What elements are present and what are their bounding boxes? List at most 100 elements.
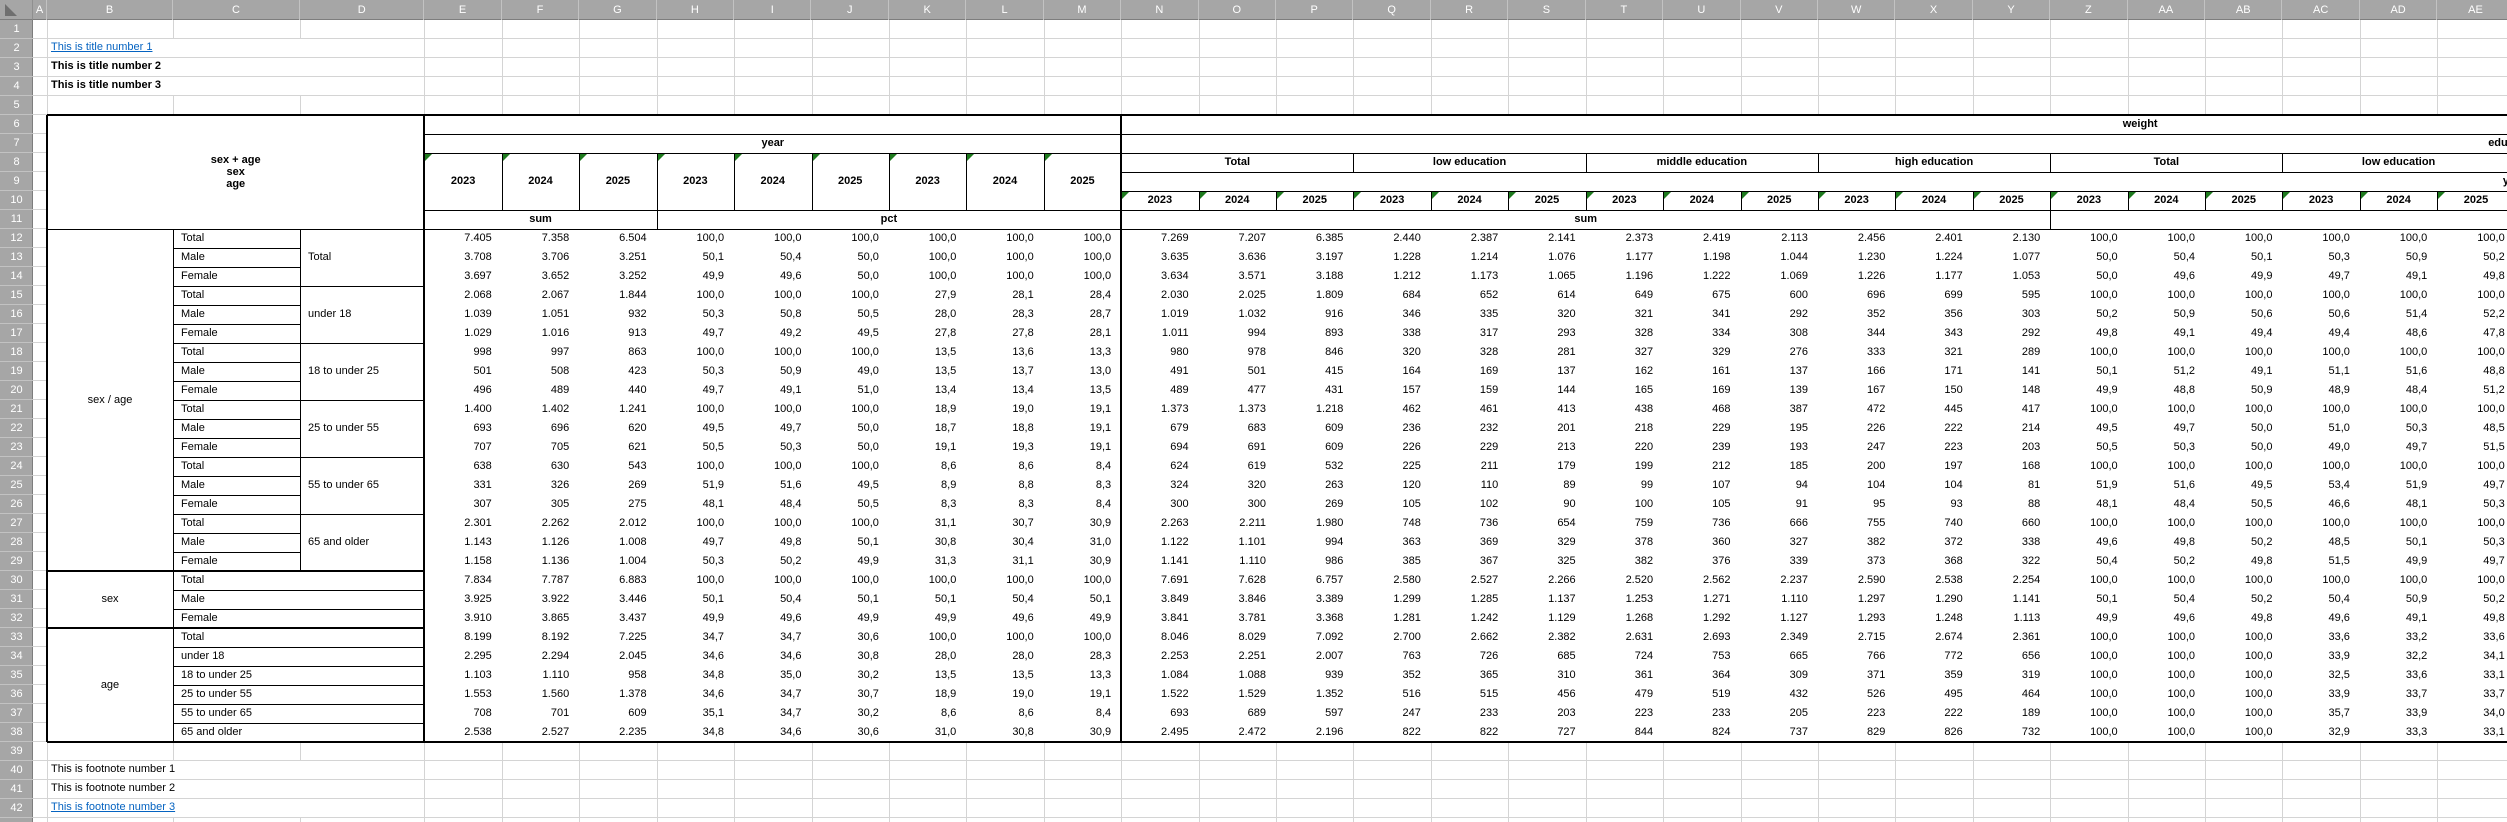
data-cell[interactable]: 1.008 xyxy=(579,533,656,552)
data-cell[interactable]: 50,1 xyxy=(1044,590,1121,609)
data-cell[interactable]: 226 xyxy=(1353,438,1430,457)
year-cell[interactable]: 2023 xyxy=(424,153,501,210)
data-cell[interactable]: 1.224 xyxy=(1895,248,1972,267)
data-cell[interactable]: 50,9 xyxy=(2360,248,2437,267)
year-cell[interactable]: 2025 xyxy=(2437,191,2507,210)
section-label-sex[interactable]: sex xyxy=(47,571,173,628)
data-cell[interactable]: 328 xyxy=(1431,343,1508,362)
data-cell[interactable]: 3.841 xyxy=(1121,609,1198,628)
data-cell[interactable]: 100,0 xyxy=(966,267,1043,286)
data-cell[interactable]: 28,0 xyxy=(889,647,966,666)
group-header[interactable]: high education xyxy=(1818,153,2050,172)
row-header-7[interactable]: 7 xyxy=(0,134,33,153)
data-cell[interactable]: 49,9 xyxy=(2360,552,2437,571)
data-cell[interactable]: 49,5 xyxy=(812,324,889,343)
data-cell[interactable]: 100,0 xyxy=(657,343,734,362)
data-cell[interactable]: 100,0 xyxy=(812,400,889,419)
data-cell[interactable]: 1.285 xyxy=(1431,590,1508,609)
data-cell[interactable]: 100,0 xyxy=(2050,457,2127,476)
data-cell[interactable]: 50,8 xyxy=(734,305,811,324)
data-cell[interactable]: 2.538 xyxy=(1895,571,1972,590)
data-cell[interactable]: 49,1 xyxy=(2360,609,2437,628)
row-label-cell[interactable]: 55 to under 65 xyxy=(173,704,424,723)
data-cell[interactable]: 343 xyxy=(1895,324,1972,343)
data-cell[interactable]: 326 xyxy=(502,476,579,495)
data-cell[interactable]: 2.012 xyxy=(579,514,656,533)
data-cell[interactable]: 1.248 xyxy=(1895,609,1972,628)
data-cell[interactable]: 50,3 xyxy=(657,552,734,571)
year-cell[interactable]: 2024 xyxy=(502,153,579,210)
data-cell[interactable]: 732 xyxy=(1973,723,2050,742)
row-label-cell[interactable]: Total xyxy=(173,457,300,476)
row-header-38[interactable]: 38 xyxy=(0,723,33,742)
data-cell[interactable]: 766 xyxy=(1818,647,1895,666)
data-cell[interactable]: 223 xyxy=(1895,438,1972,457)
data-cell[interactable]: 34,6 xyxy=(734,723,811,742)
data-cell[interactable]: 479 xyxy=(1586,685,1663,704)
data-cell[interactable]: 1.143 xyxy=(424,533,501,552)
row-label-cell[interactable]: Total xyxy=(173,343,300,362)
row-header-29[interactable]: 29 xyxy=(0,552,33,571)
data-cell[interactable]: 49,8 xyxy=(2205,552,2282,571)
data-cell[interactable]: 630 xyxy=(502,457,579,476)
data-cell[interactable]: 50,0 xyxy=(2205,419,2282,438)
data-cell[interactable]: 2.113 xyxy=(1741,229,1818,248)
measure-sum[interactable]: sum xyxy=(424,210,656,229)
data-cell[interactable]: 321 xyxy=(1895,343,1972,362)
data-cell[interactable]: 34,6 xyxy=(657,647,734,666)
data-cell[interactable]: 200 xyxy=(1818,457,1895,476)
data-cell[interactable]: 1.292 xyxy=(1663,609,1740,628)
data-cell[interactable]: 19,1 xyxy=(1044,438,1121,457)
data-cell[interactable]: 50,4 xyxy=(2128,590,2205,609)
data-cell[interactable]: 212 xyxy=(1663,457,1740,476)
row-header-22[interactable]: 22 xyxy=(0,419,33,438)
row-header-6[interactable]: 6 xyxy=(0,115,33,134)
data-cell[interactable]: 144 xyxy=(1508,381,1585,400)
row-label-cell[interactable]: Female xyxy=(173,381,300,400)
data-cell[interactable]: 1.110 xyxy=(1741,590,1818,609)
data-cell[interactable]: 1.352 xyxy=(1276,685,1353,704)
data-cell[interactable]: 30,6 xyxy=(812,723,889,742)
data-cell[interactable]: 1.222 xyxy=(1663,267,1740,286)
row-label-cell[interactable]: Male xyxy=(173,533,300,552)
data-cell[interactable]: 3.652 xyxy=(502,267,579,286)
data-cell[interactable]: 2.211 xyxy=(1199,514,1276,533)
data-cell[interactable]: 100,0 xyxy=(2128,229,2205,248)
data-cell[interactable]: 665 xyxy=(1741,647,1818,666)
data-cell[interactable]: 100,0 xyxy=(734,343,811,362)
data-cell[interactable]: 100,0 xyxy=(2205,400,2282,419)
data-cell[interactable]: 48,6 xyxy=(2360,324,2437,343)
data-cell[interactable]: 986 xyxy=(1276,552,1353,571)
data-cell[interactable]: 726 xyxy=(1431,647,1508,666)
data-cell[interactable]: 1.242 xyxy=(1431,609,1508,628)
data-cell[interactable]: 100,0 xyxy=(2360,286,2437,305)
column-header-W[interactable]: W xyxy=(1818,0,1895,20)
row-header-37[interactable]: 37 xyxy=(0,704,33,723)
data-cell[interactable]: 417 xyxy=(1973,400,2050,419)
data-cell[interactable]: 100,0 xyxy=(1044,571,1121,590)
data-cell[interactable]: 49,9 xyxy=(2050,609,2127,628)
age-group-label[interactable]: 65 and older xyxy=(300,514,424,571)
data-cell[interactable]: 609 xyxy=(579,704,656,723)
data-cell[interactable]: 50,2 xyxy=(2205,533,2282,552)
data-cell[interactable]: 223 xyxy=(1818,704,1895,723)
data-cell[interactable]: 166 xyxy=(1818,362,1895,381)
data-cell[interactable]: 829 xyxy=(1818,723,1895,742)
data-cell[interactable]: 50,1 xyxy=(657,590,734,609)
data-cell[interactable]: 100,0 xyxy=(2128,286,2205,305)
data-cell[interactable]: 638 xyxy=(424,457,501,476)
data-cell[interactable]: 496 xyxy=(424,381,501,400)
row-label-cell[interactable]: Male xyxy=(173,248,300,267)
row-header-33[interactable]: 33 xyxy=(0,628,33,647)
data-cell[interactable]: 8,6 xyxy=(966,457,1043,476)
data-cell[interactable]: 307 xyxy=(424,495,501,514)
data-cell[interactable]: 8,4 xyxy=(1044,704,1121,723)
data-cell[interactable]: 759 xyxy=(1586,514,1663,533)
data-cell[interactable]: 327 xyxy=(1741,533,1818,552)
data-cell[interactable]: 164 xyxy=(1353,362,1430,381)
data-cell[interactable]: 165 xyxy=(1586,381,1663,400)
data-cell[interactable]: 1.218 xyxy=(1276,400,1353,419)
column-header-F[interactable]: F xyxy=(502,0,579,20)
data-cell[interactable]: 1.129 xyxy=(1508,609,1585,628)
row-header-41[interactable]: 41 xyxy=(0,780,33,799)
